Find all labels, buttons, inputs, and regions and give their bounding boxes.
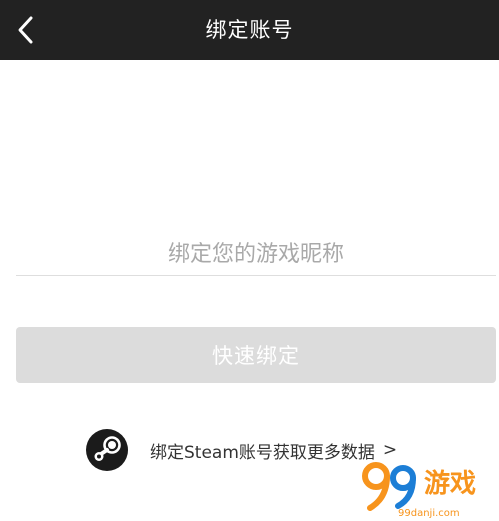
steam-bind-link[interactable]: 绑定Steam账号获取更多数据 > <box>86 428 397 472</box>
quick-bind-button[interactable]: 快速绑定 <box>16 327 496 383</box>
watermark-99-mark <box>362 462 416 511</box>
svg-text:游戏: 游戏 <box>424 469 476 499</box>
steam-link-label: 绑定Steam账号获取更多数据 <box>150 442 375 463</box>
nav-bar: 绑定账号 <box>0 0 499 60</box>
steam-logo-icon <box>86 429 128 471</box>
page-title: 绑定账号 <box>205 18 294 42</box>
watermark-logo: 游戏 99danji.com <box>362 462 476 519</box>
nickname-input[interactable] <box>16 234 496 276</box>
svg-text:99danji.com: 99danji.com <box>398 508 460 519</box>
